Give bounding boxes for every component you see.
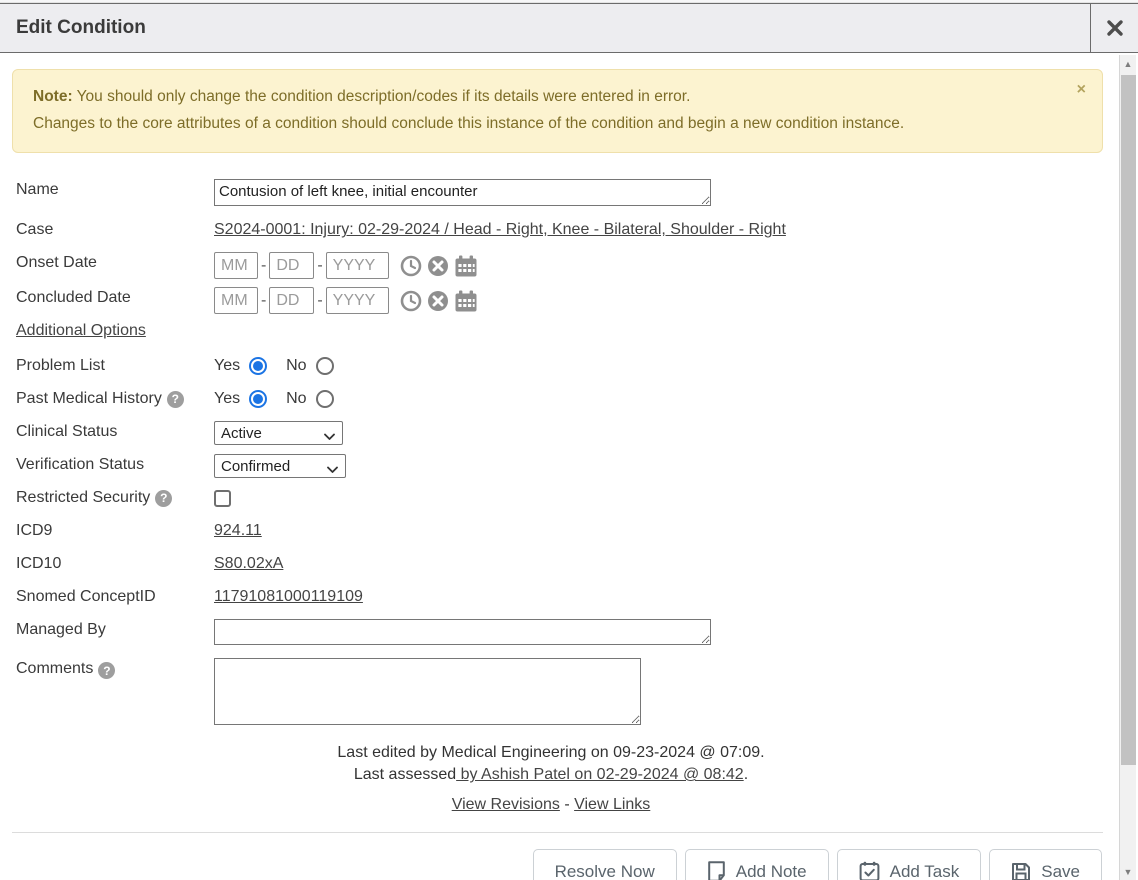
icd9-row: ICD9 924.11 xyxy=(16,520,1102,545)
add-note-label: Add Note xyxy=(736,862,807,880)
pmh-no-label: No xyxy=(286,390,306,408)
verification-status-row: Verification Status Confirmed xyxy=(16,454,1102,479)
save-floppy-icon xyxy=(1011,862,1031,880)
problem-list-no-label: No xyxy=(286,357,306,375)
dialog-body: Note: You should only change the conditi… xyxy=(0,53,1102,880)
add-task-label: Add Task xyxy=(890,862,960,880)
onset-clear-icon[interactable] xyxy=(427,255,449,277)
view-links-link[interactable]: View Links xyxy=(574,796,650,813)
onset-date-label: Onset Date xyxy=(16,252,214,272)
case-link[interactable]: S2024-0001: Injury: 02-29-2024 / Head - … xyxy=(214,221,786,238)
warning-note: Note: You should only change the conditi… xyxy=(12,69,1103,153)
additional-options-link[interactable]: Additional Options xyxy=(16,322,146,340)
audit-info: Last edited by Medical Engineering on 09… xyxy=(0,742,1102,816)
last-edited-text: Last edited by Medical Engineering on 09… xyxy=(0,742,1102,764)
concluded-year-input[interactable] xyxy=(326,287,389,314)
edit-condition-dialog: Edit Condition ▲ ▼ Note: You should only… xyxy=(0,0,1138,880)
note-page-icon xyxy=(707,861,726,880)
onset-date-row: Onset Date - - xyxy=(16,252,1102,279)
close-icon xyxy=(1105,18,1125,38)
case-label: Case xyxy=(16,219,214,239)
calendar-check-icon xyxy=(859,861,880,880)
name-input[interactable]: Contusion of left knee, initial encounte… xyxy=(214,179,711,206)
verification-status-select[interactable]: Confirmed xyxy=(214,454,346,478)
view-revisions-link[interactable]: View Revisions xyxy=(452,796,560,813)
pmh-yes-label: Yes xyxy=(214,390,240,408)
resolve-now-label: Resolve Now xyxy=(555,862,655,880)
add-task-button[interactable]: Add Task xyxy=(837,849,982,880)
save-label: Save xyxy=(1041,862,1080,880)
dialog-title: Edit Condition xyxy=(0,4,1090,52)
scroll-up-arrow-icon[interactable]: ▲ xyxy=(1120,55,1136,72)
case-row: Case S2024-0001: Injury: 02-29-2024 / He… xyxy=(16,219,1102,244)
problem-list-label: Problem List xyxy=(16,355,214,375)
note-dismiss-icon[interactable]: × xyxy=(1077,82,1086,98)
note-line2: Changes to the core attributes of a cond… xyxy=(33,115,904,132)
scroll-down-arrow-icon[interactable]: ▼ xyxy=(1120,863,1136,880)
pmh-no-radio[interactable] xyxy=(316,390,334,408)
concluded-day-input[interactable] xyxy=(269,287,314,314)
concluded-date-label: Concluded Date xyxy=(16,287,214,307)
restricted-security-help-icon[interactable]: ? xyxy=(155,490,172,507)
past-medical-history-help-icon[interactable]: ? xyxy=(167,391,184,408)
concluded-calendar-icon[interactable] xyxy=(454,290,478,312)
icd10-link[interactable]: S80.02xA xyxy=(214,555,283,572)
name-label: Name xyxy=(16,179,214,199)
dialog-close-button[interactable] xyxy=(1090,4,1138,52)
problem-list-row: Problem List Yes No xyxy=(16,355,1102,380)
concluded-time-now-icon[interactable] xyxy=(400,290,422,312)
last-assessed-link[interactable]: by Ashish Patel on 02-29-2024 @ 08:42 xyxy=(456,766,744,783)
note-label: Note: xyxy=(33,88,73,105)
resolve-now-button[interactable]: Resolve Now xyxy=(533,849,677,880)
note-line1: You should only change the condition des… xyxy=(73,88,691,105)
scrollbar-thumb[interactable] xyxy=(1121,75,1136,765)
last-assessed-suffix: . xyxy=(744,766,748,783)
verification-status-label: Verification Status xyxy=(16,454,214,474)
comments-label: Comments xyxy=(16,660,93,678)
managed-by-input[interactable] xyxy=(214,619,711,645)
last-assessed-prefix: Last assessed xyxy=(354,766,456,783)
clinical-status-row: Clinical Status Active xyxy=(16,421,1102,446)
links-separator: - xyxy=(560,796,574,813)
icd10-label: ICD10 xyxy=(16,553,214,573)
icd9-label: ICD9 xyxy=(16,520,214,540)
past-medical-history-row: Past Medical History ? Yes No xyxy=(16,388,1102,413)
snomed-link[interactable]: 11791081000119109 xyxy=(214,588,363,605)
snomed-row: Snomed ConceptID 11791081000119109 xyxy=(16,586,1102,611)
additional-options-row: Additional Options xyxy=(16,322,1102,347)
managed-by-label: Managed By xyxy=(16,619,214,639)
past-medical-history-label: Past Medical History xyxy=(16,390,162,408)
restricted-security-row: Restricted Security ? xyxy=(16,487,1102,512)
problem-list-yes-radio[interactable] xyxy=(249,357,267,375)
comments-row: Comments ? xyxy=(16,658,1102,730)
onset-month-input[interactable] xyxy=(214,252,258,279)
add-note-button[interactable]: Add Note xyxy=(685,849,829,880)
comments-help-icon[interactable]: ? xyxy=(98,662,115,679)
vertical-scrollbar[interactable]: ▲ ▼ xyxy=(1119,55,1136,880)
clinical-status-select[interactable]: Active xyxy=(214,421,343,445)
condition-form: Name Contusion of left knee, initial enc… xyxy=(0,153,1102,730)
onset-day-input[interactable] xyxy=(269,252,314,279)
pmh-yes-radio[interactable] xyxy=(249,390,267,408)
icd9-link[interactable]: 924.11 xyxy=(214,522,262,539)
restricted-security-label: Restricted Security xyxy=(16,489,150,507)
concluded-month-input[interactable] xyxy=(214,287,258,314)
problem-list-no-radio[interactable] xyxy=(316,357,334,375)
action-buttons: Resolve Now Add Note Add Task Save xyxy=(0,833,1102,880)
onset-year-input[interactable] xyxy=(326,252,389,279)
restricted-security-checkbox[interactable] xyxy=(214,490,231,507)
icd10-row: ICD10 S80.02xA xyxy=(16,553,1102,578)
dialog-header: Edit Condition xyxy=(0,3,1138,53)
onset-calendar-icon[interactable] xyxy=(454,255,478,277)
name-row: Name Contusion of left knee, initial enc… xyxy=(16,179,1102,211)
concluded-date-row: Concluded Date - - xyxy=(16,287,1102,314)
comments-input[interactable] xyxy=(214,658,641,725)
onset-time-now-icon[interactable] xyxy=(400,255,422,277)
concluded-clear-icon[interactable] xyxy=(427,290,449,312)
problem-list-yes-label: Yes xyxy=(214,357,240,375)
save-button[interactable]: Save xyxy=(989,849,1102,880)
clinical-status-label: Clinical Status xyxy=(16,421,214,441)
managed-by-row: Managed By xyxy=(16,619,1102,650)
snomed-label: Snomed ConceptID xyxy=(16,586,214,606)
